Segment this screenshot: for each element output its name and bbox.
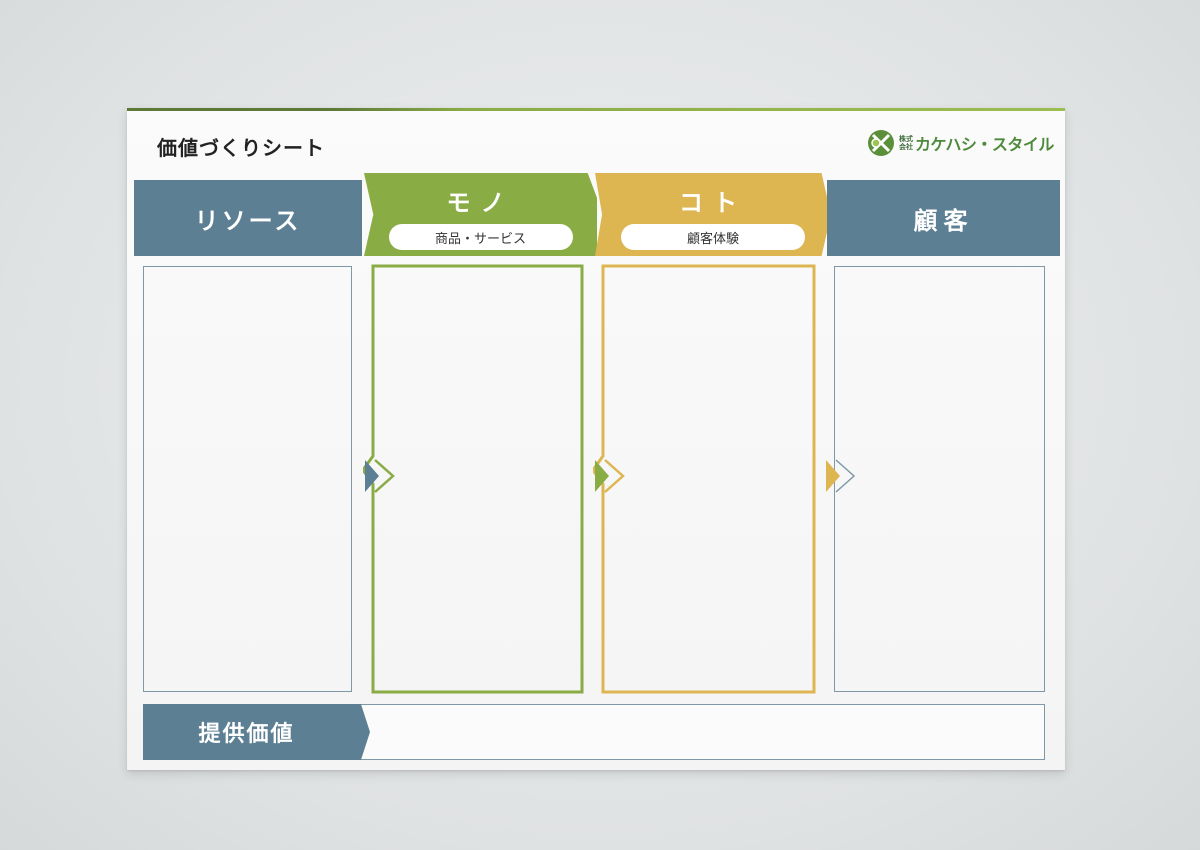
arrow-resource-to-mono-icon bbox=[365, 459, 395, 493]
arrow-mono-to-koto-icon bbox=[595, 459, 625, 493]
logo-company-type: 株式 会社 bbox=[899, 135, 913, 151]
sheet-title: 価値づくりシート bbox=[157, 136, 325, 160]
arrow-koto-to-customer-icon bbox=[826, 459, 856, 493]
resource-box[interactable] bbox=[143, 266, 352, 692]
company-logo: 株式 会社 カケハシ・スタイル bbox=[867, 128, 1054, 158]
value-creation-sheet: 価値づくりシート 株式 会社 カケハシ・スタイル リソース モノ 商品・サービス… bbox=[127, 108, 1065, 770]
header-mono-label: モノ bbox=[446, 189, 515, 217]
logo-mark-icon bbox=[868, 130, 894, 156]
top-accent-bar bbox=[127, 108, 1065, 111]
header-customer: 顧客 bbox=[827, 180, 1060, 256]
header-mono-pill: 商品・サービス bbox=[388, 224, 573, 250]
header-koto-pill: 顧客体験 bbox=[621, 224, 805, 250]
header-resource: リソース bbox=[134, 180, 362, 256]
value-band-label: 提供価値 bbox=[143, 704, 370, 760]
header-koto-label: コト bbox=[679, 189, 747, 217]
customer-box[interactable] bbox=[834, 266, 1045, 692]
header-mono: モノ 商品・サービス bbox=[364, 173, 597, 256]
logo-company-name: カケハシ・スタイル bbox=[915, 135, 1054, 154]
header-koto: コト 顧客体験 bbox=[595, 173, 831, 256]
